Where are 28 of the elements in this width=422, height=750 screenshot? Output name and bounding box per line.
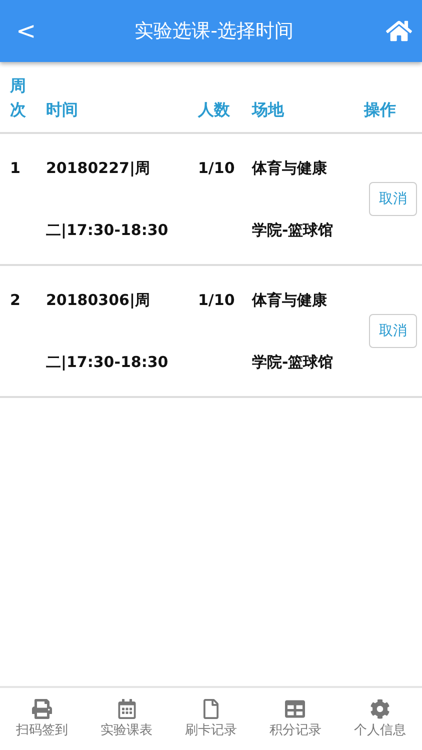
nav-tab[interactable]: 扫码签到 bbox=[16, 699, 68, 739]
page-title: 实验选课-选择时间 bbox=[134, 19, 294, 44]
nav-tab[interactable]: 个人信息 bbox=[354, 699, 406, 739]
nav-tab[interactable]: 积分记录 bbox=[269, 699, 322, 739]
count-cell-text: 1/10 bbox=[198, 290, 236, 310]
table-icon bbox=[285, 699, 306, 719]
settings-icon bbox=[370, 699, 390, 719]
count-cell-text: 1/10 bbox=[198, 158, 236, 178]
column-header: 场地 bbox=[252, 99, 286, 121]
nav-tab[interactable]: 刷卡记录 bbox=[184, 699, 237, 739]
cancel-button[interactable]: 取消 bbox=[369, 182, 417, 216]
column-header: 操作 bbox=[364, 99, 397, 121]
cancel-button[interactable]: 取消 bbox=[369, 314, 417, 348]
venue-cell-text: 体育与健康 学院-篮球馆 bbox=[252, 158, 334, 241]
column-header: 时间 bbox=[46, 99, 79, 121]
home-icon[interactable] bbox=[386, 18, 412, 44]
column-header: 人数 bbox=[198, 99, 231, 121]
time-cell-text: 20180227|周 二|17:30-18:30 bbox=[46, 158, 170, 241]
nav-tab[interactable]: 实验课表 bbox=[100, 699, 153, 739]
week-cell-text: 1 bbox=[10, 158, 22, 178]
back-button[interactable]: < bbox=[10, 17, 42, 45]
venue-cell-text: 体育与健康 学院-篮球馆 bbox=[252, 290, 334, 373]
column-header: 周次 bbox=[10, 75, 26, 121]
printer-icon bbox=[32, 699, 52, 719]
time-cell-text: 20180306|周 二|17:30-18:30 bbox=[46, 290, 170, 373]
week-cell-text: 2 bbox=[10, 290, 22, 310]
document-icon bbox=[200, 699, 221, 719]
calendar-icon bbox=[116, 699, 137, 719]
